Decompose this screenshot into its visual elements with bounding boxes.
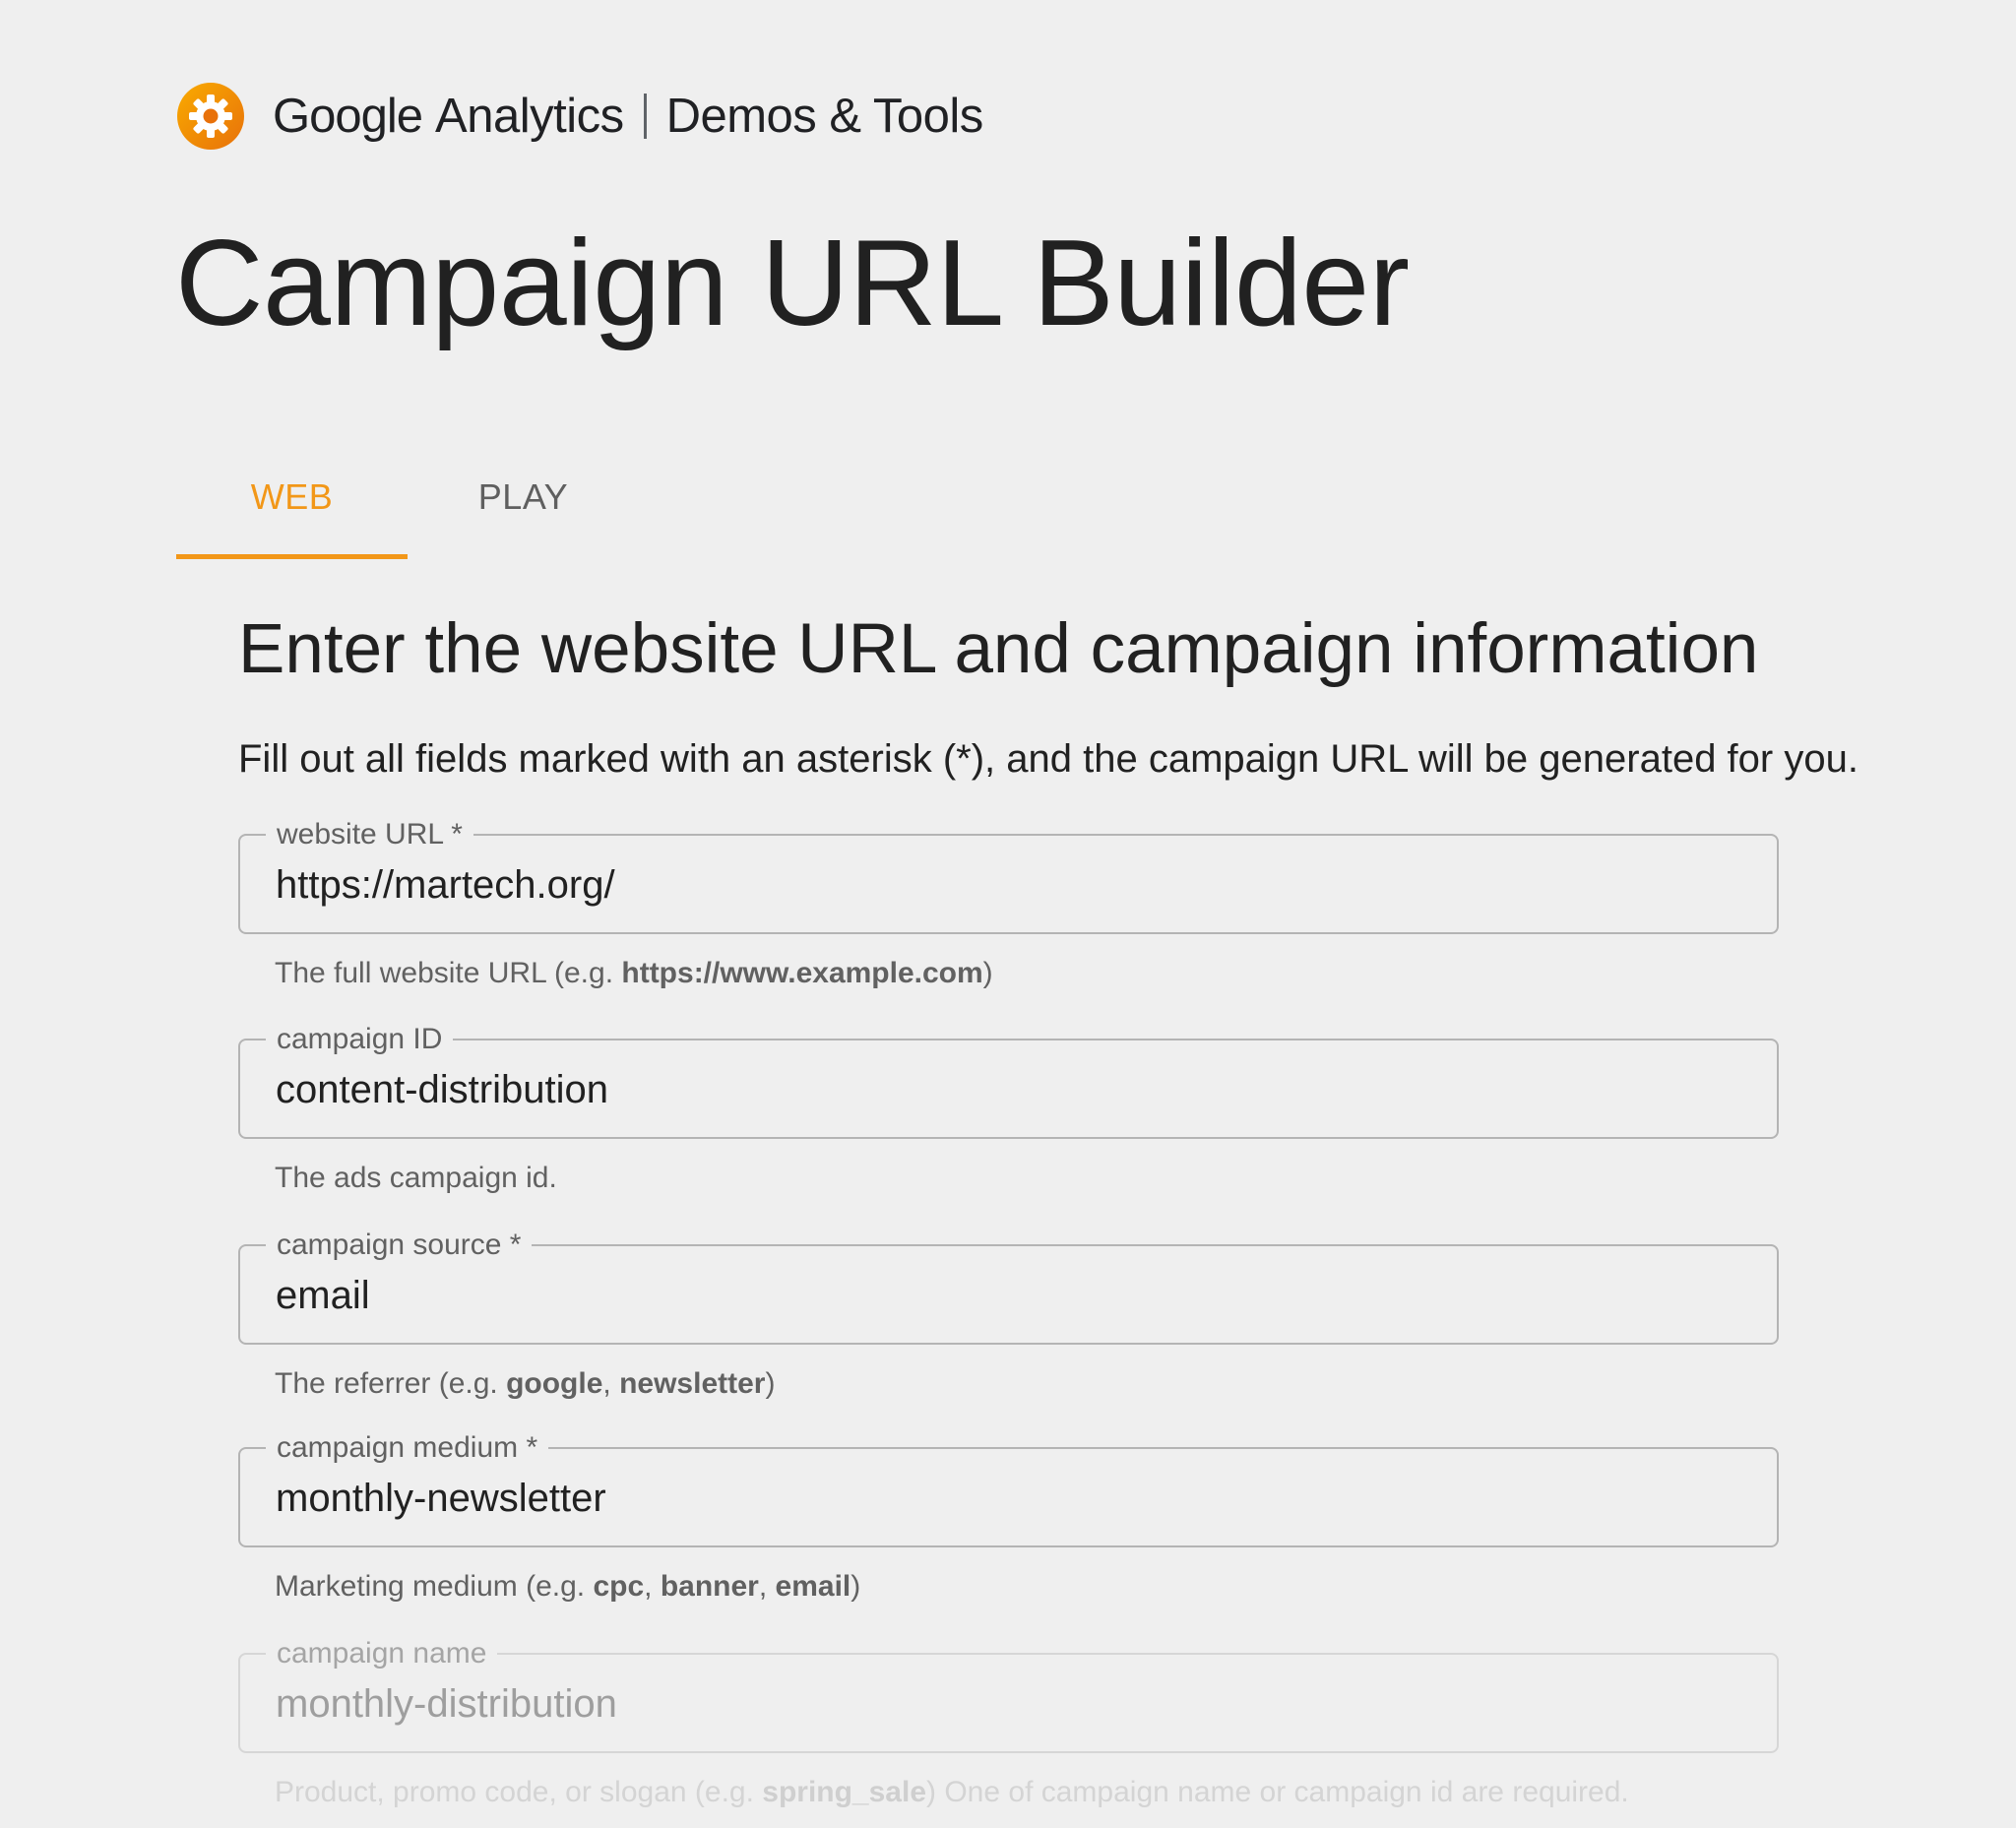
google-analytics-gear-icon [177,83,244,150]
help-text: ) [982,957,993,989]
website-url-label: website URL * [266,818,473,851]
campaign-id-label: campaign ID [266,1023,454,1056]
campaign-source-input[interactable] [276,1268,1747,1323]
campaign-name-label: campaign name [266,1637,498,1670]
help-text: Marketing medium (e.g. [275,1570,594,1603]
campaign-medium-box[interactable]: campaign medium * [238,1431,1779,1547]
campaign-source-help: The referrer (e.g. google, newsletter) [275,1364,775,1404]
help-text: Product, promo code, or slogan (e.g. [275,1776,763,1808]
tab-play[interactable]: PLAY [408,435,639,559]
form-heading: Enter the website URL and campaign infor… [238,610,1759,688]
help-text: ) [850,1570,861,1603]
campaign-name-box[interactable]: campaign name [238,1637,1779,1753]
help-example: email [775,1570,851,1603]
campaign-medium-input[interactable] [276,1471,1747,1526]
help-example: spring_sale [762,1776,927,1808]
form-intro: Fill out all fields marked with an aster… [238,737,1858,781]
help-example: https://www.example.com [621,957,983,989]
campaign-id-box[interactable]: campaign ID [238,1023,1779,1139]
campaign-id-help: The ads campaign id. [275,1162,557,1194]
help-text: , [758,1570,776,1603]
brand-google-text: Google [273,90,423,143]
campaign-id-input[interactable] [276,1062,1747,1117]
website-url-field: website URL * The full website URL (e.g.… [238,818,1779,989]
help-text: The referrer (e.g. [275,1367,507,1400]
help-example: cpc [593,1570,645,1603]
help-example: banner [660,1570,759,1603]
tab-bar: WEB PLAY [176,435,639,561]
page: Google Analytics Demos & Tools Campaign … [0,0,2016,1828]
campaign-medium-label: campaign medium * [266,1431,549,1465]
help-text: , [602,1367,620,1400]
website-url-box[interactable]: website URL * [238,818,1779,934]
campaign-id-field: campaign ID The ads campaign id. [238,1023,1779,1194]
help-example: newsletter [619,1367,766,1400]
website-url-help: The full website URL (e.g. https://www.e… [275,954,993,993]
brand-section-text: Demos & Tools [665,90,984,143]
help-example: google [506,1367,603,1400]
campaign-name-input[interactable] [276,1676,1747,1732]
campaign-source-label: campaign source * [266,1229,533,1262]
campaign-name-field: campaign name Product, promo code, or sl… [238,1637,1779,1808]
brand-header[interactable]: Google Analytics Demos & Tools [176,81,983,152]
campaign-source-box[interactable]: campaign source * [238,1229,1779,1345]
campaign-medium-help: Marketing medium (e.g. cpc, banner, emai… [275,1567,860,1607]
campaign-medium-field: campaign medium * Marketing medium (e.g.… [238,1431,1779,1603]
active-tab-indicator [176,554,408,559]
website-url-input[interactable] [276,857,1747,913]
tab-web-label: WEB [250,476,334,517]
help-text: The full website URL (e.g. [275,957,622,989]
tab-web[interactable]: WEB [176,435,408,559]
help-text: ) One of campaign name or campaign id ar… [926,1776,1629,1808]
help-text: , [644,1570,661,1603]
campaign-source-field: campaign source * The referrer (e.g. goo… [238,1229,1779,1400]
campaign-name-help: Product, promo code, or slogan (e.g. spr… [275,1773,1629,1812]
brand-divider [643,94,647,139]
help-text: ) [765,1367,776,1400]
brand-analytics-text: Analytics [435,90,624,143]
tab-play-label: PLAY [477,476,569,517]
page-title: Campaign URL Builder [175,216,1410,351]
